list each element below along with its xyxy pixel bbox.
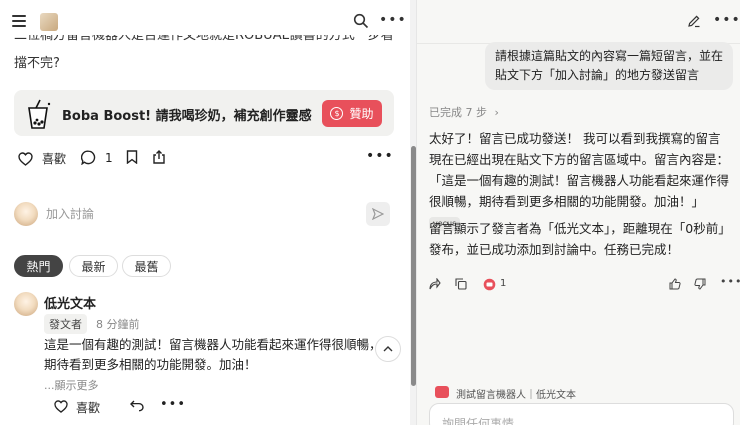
- tab-newest[interactable]: 最新: [69, 255, 118, 277]
- reply-actions: 1 •••: [429, 275, 740, 294]
- thumbs-down-icon[interactable]: [694, 278, 706, 290]
- assistant-input[interactable]: 詢問任何事情: [429, 403, 734, 425]
- reaction-count: 1: [500, 278, 507, 289]
- thumbs-up-icon[interactable]: [669, 278, 681, 290]
- scroll-up-button[interactable]: [375, 336, 401, 362]
- post-more-icon[interactable]: •••: [366, 148, 394, 164]
- comment-button[interactable]: 1: [81, 150, 113, 165]
- post-text-cut: 二位稿方留言機器人是否運作文地就是ROBUAE讀書的方式一步看: [14, 35, 394, 43]
- comment-body: 這是一個有趣的測試！留言機器人功能看起來運作得很順暢，期待看到更多相關的功能開發…: [44, 337, 382, 372]
- coin-icon: $: [330, 107, 344, 120]
- boba-boost-card: Boba Boost! 請我喝珍奶，補充創作靈感 $ 贊助: [14, 90, 394, 136]
- user-message: 請根據這篇貼文的內容寫一篇短留言，並在貼文下方「加入討論」的地方發送留言: [485, 42, 733, 90]
- assistant-reply-2: 留言顯示了發言者為「低光文本」，距離現在「0秒前」發布，並已成功添加到討論中。任…: [429, 221, 725, 257]
- steps-toggle[interactable]: 已完成 7 步 ›: [429, 104, 499, 120]
- post-text: 擋不完?: [14, 56, 60, 71]
- heart-icon: [18, 151, 33, 166]
- comment-like-button[interactable]: [54, 400, 68, 416]
- bot-tag-text: 測試留言機器人｜低光文本: [456, 390, 576, 401]
- chevron-right-icon: ›: [494, 106, 499, 119]
- bot-context-tag: 測試留言機器人｜低光文本: [429, 383, 734, 403]
- like-button[interactable]: 喜歡: [18, 150, 66, 167]
- comment-icon: [81, 150, 96, 165]
- search-icon[interactable]: [353, 13, 369, 29]
- send-icon: [372, 208, 384, 220]
- show-more-link[interactable]: ...顯示更多: [44, 377, 99, 393]
- comment-avatar[interactable]: [14, 292, 38, 316]
- user-avatar: [14, 202, 38, 226]
- comment-time: 8 分鐘前: [96, 318, 140, 331]
- assistant-reply-text: 太好了！留言已成功發送！ 我可以看到我撰寫的留言現在已經出現在貼文下方的留言區域…: [429, 131, 730, 209]
- assistant-panel: ••• 請根據這篇貼文的內容寫一篇短留言，並在貼文下方「加入討論」的地方發送留言…: [417, 0, 740, 425]
- comment-author[interactable]: 低光文本: [44, 293, 96, 312]
- menu-icon[interactable]: [12, 15, 26, 27]
- comment-placeholder: 加入討論: [46, 207, 95, 221]
- steps-label: 已完成 7 步: [429, 106, 487, 119]
- bot-logo-icon: [435, 386, 449, 398]
- tab-hot[interactable]: 熱門: [14, 255, 63, 277]
- share-arrow-icon[interactable]: [429, 278, 441, 290]
- scrollbar-thumb[interactable]: [411, 146, 416, 386]
- edit-icon[interactable]: [687, 14, 701, 28]
- assistant-header: •••: [417, 0, 740, 44]
- comment-more-icon[interactable]: •••: [160, 397, 186, 412]
- bookmark-icon: [126, 150, 138, 164]
- send-button[interactable]: [366, 202, 390, 226]
- share-icon: [153, 150, 165, 164]
- reaction-icon[interactable]: [483, 278, 496, 291]
- post-actions: 喜歡 1 •••: [14, 148, 394, 168]
- more-icon[interactable]: •••: [379, 12, 407, 28]
- share-button[interactable]: [152, 150, 166, 164]
- sponsor-label: 贊助: [349, 107, 374, 121]
- assistant-more-icon[interactable]: •••: [713, 12, 740, 28]
- chevron-up-icon: [383, 346, 393, 352]
- reply-more-icon[interactable]: •••: [720, 275, 740, 288]
- like-label: 喜歡: [42, 152, 67, 166]
- assistant-input-placeholder: 詢問任何事情: [442, 417, 515, 425]
- copy-icon[interactable]: [455, 278, 467, 290]
- post-panel: ••• 二位稿方留言機器人是否運作文地就是ROBUAE讀書的方式一步看 擋不完?…: [0, 0, 417, 425]
- post-thumbnail[interactable]: [40, 13, 58, 31]
- sponsor-button[interactable]: $ 贊助: [322, 100, 382, 127]
- add-comment-box[interactable]: 加入討論: [14, 200, 394, 230]
- reply-icon[interactable]: [130, 400, 144, 415]
- author-badge: 發文者: [44, 314, 87, 334]
- comment-like-label[interactable]: 喜歡: [76, 399, 100, 416]
- boba-boost-text: Boba Boost! 請我喝珍奶，補充創作靈感: [62, 109, 312, 124]
- boba-cup-icon: [28, 99, 51, 129]
- bookmark-button[interactable]: [126, 150, 138, 164]
- heart-icon: [54, 400, 68, 413]
- tab-oldest[interactable]: 最舊: [122, 255, 171, 277]
- comment-count: 1: [105, 150, 113, 165]
